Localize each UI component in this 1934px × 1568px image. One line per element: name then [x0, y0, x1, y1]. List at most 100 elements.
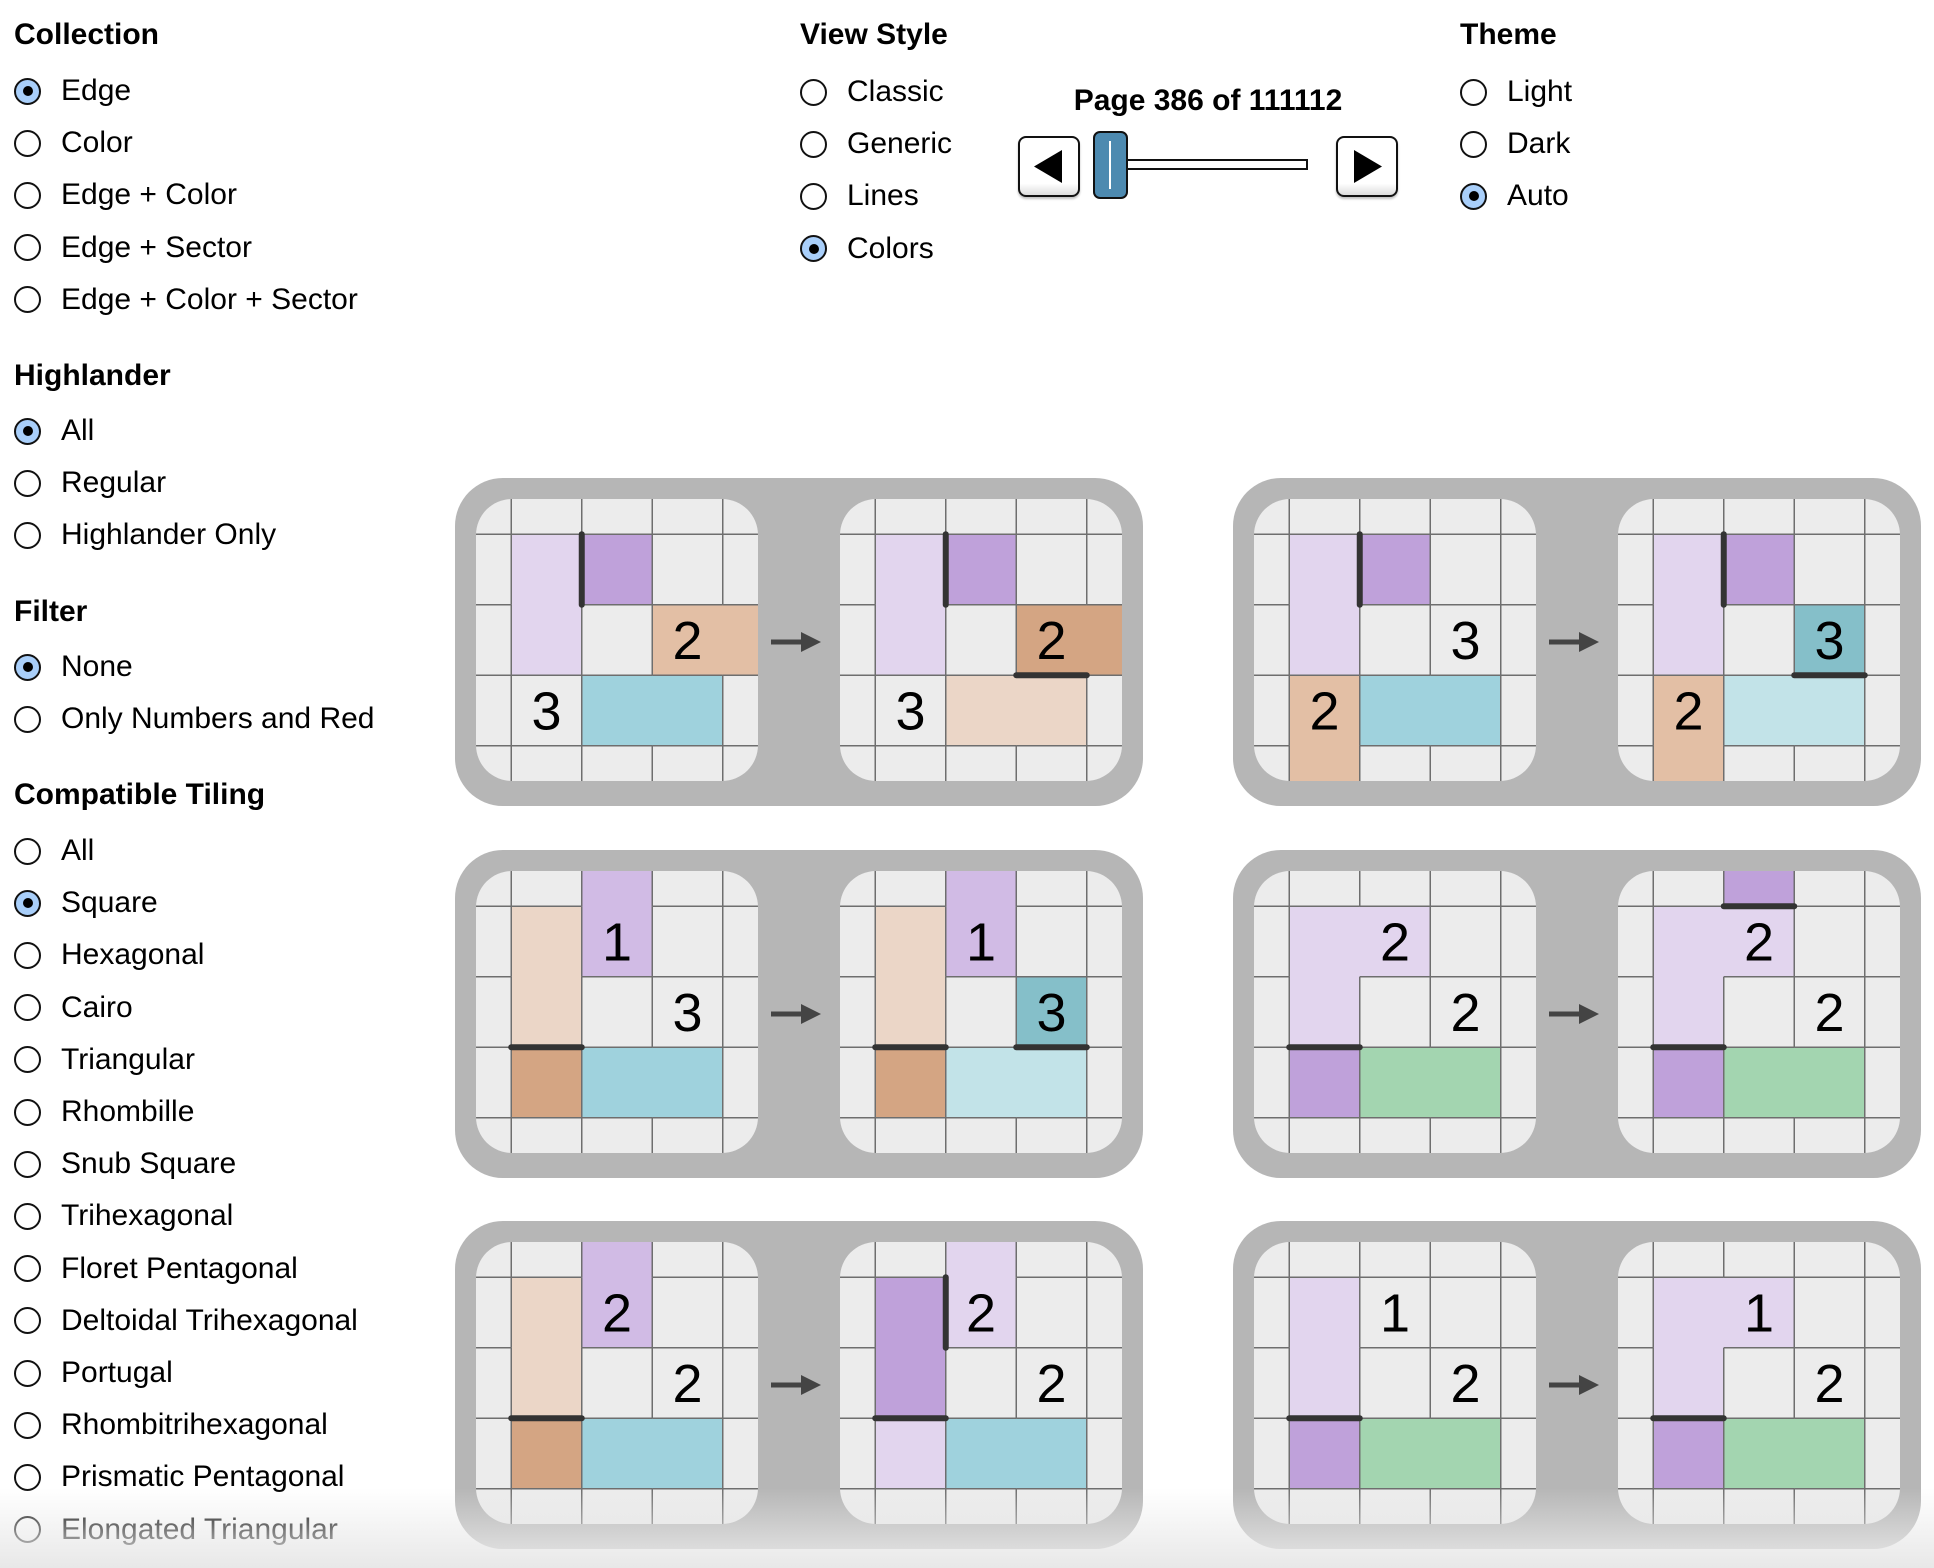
radio-unselected-icon[interactable]: [14, 1255, 41, 1283]
radio-option-generic[interactable]: Generic: [800, 124, 952, 164]
radio-unselected-icon[interactable]: [14, 1463, 41, 1491]
radio-option-label: Only Numbers and Red: [61, 702, 375, 736]
radio-selected-icon[interactable]: [1460, 182, 1487, 210]
radio-unselected-icon[interactable]: [14, 286, 41, 314]
radio-unselected-icon[interactable]: [14, 1150, 41, 1178]
radio-unselected-icon[interactable]: [14, 521, 41, 549]
radio-unselected-icon[interactable]: [800, 78, 827, 106]
radio-option-label: Colors: [847, 231, 934, 265]
region-cell-light-peach: [875, 976, 947, 1048]
radio-option-floret-pentagonal[interactable]: Floret Pentagonal: [14, 1249, 298, 1289]
region-cell-purple: [1359, 534, 1431, 606]
radio-unselected-icon[interactable]: [14, 129, 41, 157]
rule-card[interactable]: 1212: [1233, 1221, 1921, 1549]
region-cell-light-purple: [875, 534, 947, 606]
radio-option-edge-color-sector[interactable]: Edge + Color + Sector: [14, 280, 358, 320]
radio-option-only-numbers-and-red[interactable]: Only Numbers and Red: [14, 699, 374, 739]
radio-option-classic[interactable]: Classic: [800, 72, 944, 112]
page-slider-track[interactable]: [1120, 159, 1308, 170]
region-cell-light-purple: [1653, 534, 1725, 606]
radio-option-edge-color[interactable]: Edge + Color: [14, 175, 237, 215]
radio-option-color[interactable]: Color: [14, 123, 133, 163]
region-cell-dark-peach: [511, 1047, 583, 1119]
radio-unselected-icon[interactable]: [14, 994, 41, 1022]
region-cell-light-peach: [945, 675, 1017, 747]
radio-unselected-icon[interactable]: [14, 941, 41, 969]
region-cell-light-purple: [875, 1418, 947, 1490]
radio-option-cairo[interactable]: Cairo: [14, 988, 133, 1028]
radio-selected-icon[interactable]: [800, 235, 827, 263]
radio-option-prismatic-pentagonal[interactable]: Prismatic Pentagonal: [14, 1457, 344, 1497]
radio-option-label: Portugal: [61, 1356, 173, 1389]
board-before: 23: [476, 499, 758, 781]
arrow-right-icon: [1549, 632, 1599, 652]
radio-option-trihexagonal[interactable]: Trihexagonal: [14, 1196, 233, 1236]
radio-option-none[interactable]: None: [14, 647, 133, 687]
previous-page-button[interactable]: [1018, 136, 1080, 197]
region-cell-purple: [875, 1277, 947, 1349]
radio-unselected-icon[interactable]: [800, 182, 827, 210]
rule-card[interactable]: 2222: [455, 1221, 1143, 1549]
radio-option-auto[interactable]: Auto: [1460, 176, 1569, 216]
radio-unselected-icon[interactable]: [800, 130, 827, 158]
radio-option-all[interactable]: All: [14, 411, 94, 451]
radio-unselected-icon[interactable]: [14, 234, 41, 262]
radio-unselected-icon[interactable]: [1460, 78, 1487, 106]
radio-option-portugal[interactable]: Portugal: [14, 1353, 173, 1393]
radio-option-colors[interactable]: Colors: [800, 229, 934, 269]
region-cell-light-purple: [1653, 906, 1725, 978]
region-cell-mid-purple: [945, 871, 1017, 907]
region-cell-light-blue: [1723, 675, 1795, 747]
radio-unselected-icon[interactable]: [14, 181, 41, 209]
radio-selected-icon[interactable]: [14, 653, 41, 681]
radio-unselected-icon[interactable]: [14, 1307, 41, 1335]
rule-card[interactable]: 1313: [455, 850, 1143, 1178]
radio-unselected-icon[interactable]: [14, 1411, 41, 1439]
radio-unselected-icon[interactable]: [14, 705, 41, 733]
triangle-left-icon: [1034, 150, 1062, 183]
radio-unselected-icon[interactable]: [14, 1359, 41, 1387]
page-slider-thumb[interactable]: [1093, 131, 1128, 199]
region-cell-mid-purple: [581, 1242, 653, 1278]
radio-unselected-icon[interactable]: [14, 1202, 41, 1230]
radio-option-edge[interactable]: Edge: [14, 71, 131, 111]
radio-unselected-icon[interactable]: [14, 1046, 41, 1074]
region-cell-light-purple: [1653, 604, 1725, 676]
radio-unselected-icon[interactable]: [14, 1516, 41, 1544]
radio-option-label: Highlander Only: [61, 518, 277, 552]
radio-option-hexagonal[interactable]: Hexagonal: [14, 935, 204, 975]
radio-selected-icon[interactable]: [14, 417, 41, 445]
radio-option-edge-sector[interactable]: Edge + Sector: [14, 228, 252, 268]
radio-unselected-icon[interactable]: [14, 1098, 41, 1126]
radio-selected-icon[interactable]: [14, 889, 41, 917]
rule-card[interactable]: 2323: [455, 478, 1143, 806]
radio-option-triangular[interactable]: Triangular: [14, 1040, 195, 1080]
radio-selected-icon[interactable]: [14, 77, 41, 105]
radio-option-all[interactable]: All: [14, 831, 94, 871]
radio-unselected-icon[interactable]: [14, 469, 41, 497]
radio-option-regular[interactable]: Regular: [14, 463, 166, 503]
region-cell-blue: [581, 1047, 653, 1119]
cell-number: 2: [1309, 682, 1339, 742]
rule-card[interactable]: 2222: [1233, 850, 1921, 1178]
board-after: 13: [840, 871, 1122, 1153]
radio-unselected-icon[interactable]: [14, 837, 41, 865]
next-page-button[interactable]: [1336, 136, 1398, 197]
region-cell-light-blue: [1794, 675, 1866, 747]
radio-option-dark[interactable]: Dark: [1460, 124, 1570, 164]
radio-option-rhombille[interactable]: Rhombille: [14, 1092, 194, 1132]
radio-option-snub-square[interactable]: Snub Square: [14, 1144, 236, 1184]
radio-option-elongated-triangular[interactable]: Elongated Triangular: [14, 1510, 338, 1550]
arrow-right-icon: [771, 1004, 821, 1024]
cell-number: 2: [1744, 913, 1774, 973]
radio-option-deltoidal-trihexagonal[interactable]: Deltoidal Trihexagonal: [14, 1301, 358, 1341]
region-cell-blue: [1016, 1418, 1088, 1490]
rule-card[interactable]: 3232: [1233, 478, 1921, 806]
radio-option-square[interactable]: Square: [14, 883, 158, 923]
radio-option-highlander-only[interactable]: Highlander Only: [14, 515, 276, 555]
cell-number: 2: [966, 1284, 996, 1344]
radio-option-rhombitrihexagonal[interactable]: Rhombitrihexagonal: [14, 1405, 328, 1445]
radio-unselected-icon[interactable]: [1460, 130, 1487, 158]
radio-option-light[interactable]: Light: [1460, 72, 1572, 112]
radio-option-lines[interactable]: Lines: [800, 176, 919, 216]
